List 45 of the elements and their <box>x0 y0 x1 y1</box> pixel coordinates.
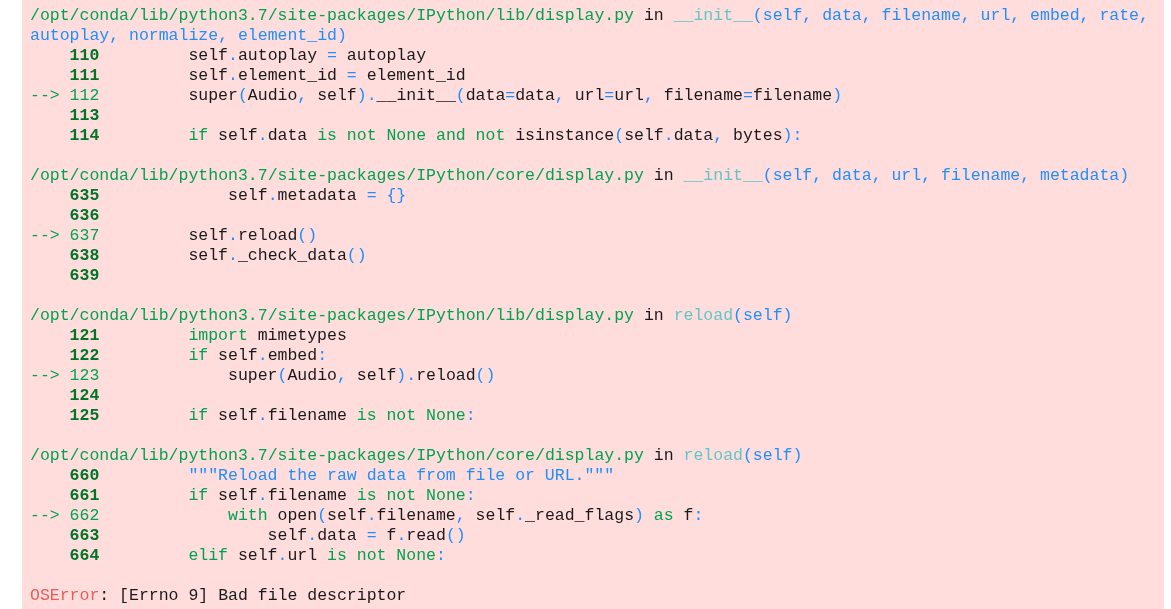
code-line: super(Audio, self).reload() <box>227 366 496 386</box>
code-line: """Reload the raw data from file or URL.""" <box>187 466 615 486</box>
error-message: OSError: [Errno 9] Bad file descriptor <box>30 586 408 606</box>
code-line: elif self.url is not None: <box>187 546 446 566</box>
line-number: 124 <box>69 386 100 406</box>
line-number: 638 <box>69 246 100 266</box>
frame-header: /opt/conda/lib/python3.7/site-packages/IPython/lib/display.py in __init__(self, data, filename, url, embed, rate, autoplay, normalize, element_id) <box>30 6 1150 46</box>
code-line: self.element_id = element_id <box>187 66 466 86</box>
current-line-arrow: --> <box>30 86 60 106</box>
code-line: import mimetypes <box>187 326 347 346</box>
line-number: 111 <box>69 66 100 86</box>
line-number: 125 <box>69 406 100 426</box>
line-number: 110 <box>69 46 100 66</box>
line-number: 660 <box>69 466 100 486</box>
code-line: self.metadata = {} <box>227 186 407 206</box>
code-line: self._check_data() <box>187 246 367 266</box>
line-number: 113 <box>69 106 100 126</box>
code-line: super(Audio, self).__init__(data=data, url=url, filename=filename) <box>187 86 843 106</box>
line-number: 635 <box>69 186 100 206</box>
line-number: 112 <box>69 86 100 106</box>
line-number: 661 <box>69 486 100 506</box>
line-number: 663 <box>69 526 100 546</box>
frame-header: /opt/conda/lib/python3.7/site-packages/IPython/core/display.py in __init__(self, data, url, filename, metadata) <box>30 166 1131 186</box>
line-number: 121 <box>69 326 100 346</box>
code-line: self.autoplay = autoplay <box>187 46 427 66</box>
line-number: 636 <box>69 206 100 226</box>
current-line-arrow: --> <box>30 506 60 526</box>
line-number: 122 <box>69 346 100 366</box>
line-number: 664 <box>69 546 100 566</box>
line-number: 639 <box>69 266 100 286</box>
current-line-arrow: --> <box>30 226 60 246</box>
code-line: self.reload() <box>187 226 318 246</box>
code-line: with open(self.filename, self._read_flags) as f: <box>227 506 704 526</box>
code-line: if self.embed: <box>187 346 328 366</box>
code-line: if self.filename is not None: <box>187 406 476 426</box>
line-number: 114 <box>69 126 100 146</box>
frame-header: /opt/conda/lib/python3.7/site-packages/IPython/core/display.py in reload(self) <box>30 446 804 466</box>
code-line: if self.filename is not None: <box>187 486 476 506</box>
line-number: 123 <box>69 366 100 386</box>
line-number: 662 <box>69 506 100 526</box>
code-line: if self.data is not None and not isinstance(self.data, bytes): <box>187 126 803 146</box>
code-line: self.data = f.read() <box>266 526 466 546</box>
frame-header: /opt/conda/lib/python3.7/site-packages/IPython/lib/display.py in reload(self) <box>30 306 794 326</box>
current-line-arrow: --> <box>30 366 60 386</box>
line-number: 637 <box>69 226 100 246</box>
